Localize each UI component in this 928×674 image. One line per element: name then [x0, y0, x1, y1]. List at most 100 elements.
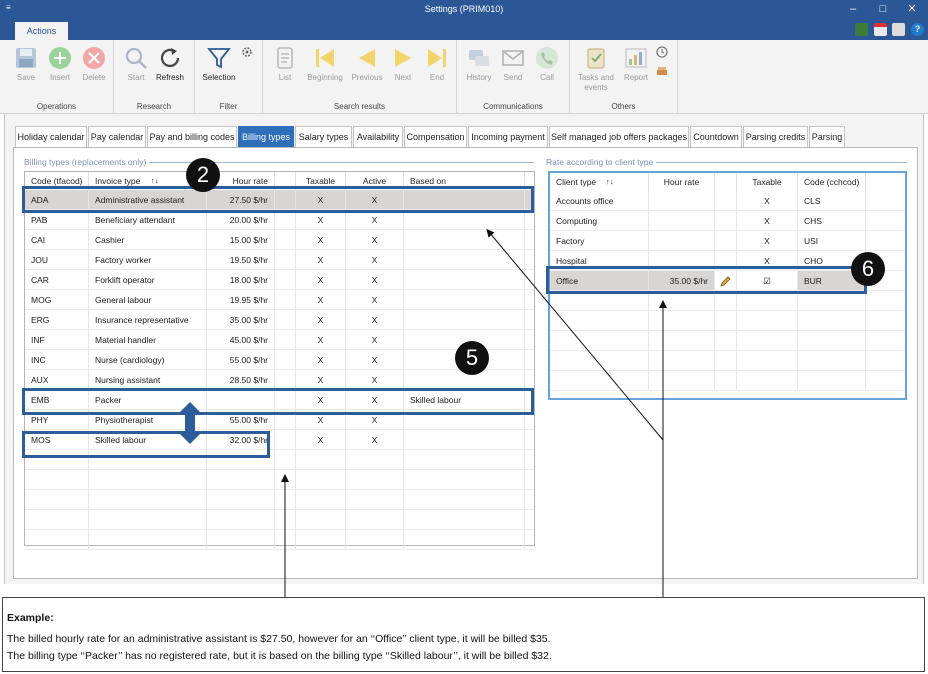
previous-button[interactable]: Previous: [349, 46, 385, 83]
rate-row[interactable]: Factory X USI: [550, 231, 905, 251]
ribbon-tab-actions[interactable]: Actions: [15, 22, 68, 40]
ribbon-group-search-results: List Beginning Previous Next End Search …: [263, 40, 457, 114]
billing-row[interactable]: AUX Nursing assistant 28.50 $/hr X X: [25, 370, 534, 390]
tab-availability[interactable]: Availability: [353, 126, 403, 147]
selection-button[interactable]: Selection: [199, 46, 239, 83]
save-button[interactable]: Save: [8, 46, 44, 83]
col-code-cchcod-header[interactable]: Code (cchcod): [798, 173, 866, 191]
beginning-button[interactable]: Beginning: [301, 46, 349, 83]
call-button[interactable]: Call: [529, 46, 565, 83]
maximize-button[interactable]: □: [874, 2, 892, 17]
tab-parsing[interactable]: Parsing: [809, 126, 845, 147]
empty-cell: [798, 331, 866, 350]
example-note-line-1: The billed hourly rate for an administra…: [7, 633, 551, 645]
tab-pay-calendar[interactable]: Pay calendar: [88, 126, 146, 147]
based-on-cell: [404, 190, 525, 209]
tab-self-managed-job-offers-packages[interactable]: Self managed job offers packages: [549, 126, 689, 147]
minimize-button[interactable]: –: [844, 2, 862, 17]
send-button[interactable]: Send: [495, 46, 531, 83]
printer-icon[interactable]: [892, 23, 906, 36]
rates-group-title: Rate according to client type: [546, 157, 657, 167]
ribbon-group-research: Start Refresh Research: [114, 40, 195, 114]
calculator-icon[interactable]: [855, 23, 869, 36]
billing-row[interactable]: MOS Skilled labour 32.00 $/hr X X: [25, 430, 534, 450]
billing-row[interactable]: ERG Insurance representative 35.00 $/hr X X: [25, 310, 534, 330]
invoice-type-cell: Material handler: [89, 330, 207, 349]
rate-cell: [649, 251, 715, 270]
edit-cell[interactable]: [715, 191, 737, 210]
billing-row[interactable]: JOU Factory worker 19.50 $/hr X X: [25, 250, 534, 270]
tab-incoming-payment[interactable]: Incoming payment: [468, 126, 548, 147]
client-type-cell: Hospital: [550, 251, 649, 270]
tab-salary-types[interactable]: Salary types: [295, 126, 352, 147]
next-button[interactable]: Next: [385, 46, 421, 83]
billing-row[interactable]: CAR Forklift operator 18.00 $/hr X X: [25, 270, 534, 290]
pencil-icon[interactable]: [719, 275, 732, 288]
start-button[interactable]: Start: [118, 46, 154, 83]
empty-cell: [649, 311, 715, 330]
clock-icon[interactable]: [656, 46, 668, 58]
tab-compensation[interactable]: Compensation: [404, 126, 467, 147]
edit-cell[interactable]: [715, 251, 737, 270]
spacer-cell: [275, 430, 296, 449]
rate-cell: 35.00 $/hr: [649, 271, 715, 290]
close-button[interactable]: ✕: [903, 2, 921, 17]
billing-row[interactable]: MOG General labour 19.95 $/hr X X: [25, 290, 534, 310]
hour-rate-cell: 18.00 $/hr: [207, 270, 275, 289]
end-button[interactable]: End: [419, 46, 455, 83]
tab-holiday-calendar[interactable]: Holiday calendar: [15, 126, 87, 147]
tab-countdown[interactable]: Countdown: [690, 126, 742, 147]
help-icon[interactable]: ?: [911, 23, 924, 36]
delete-icon: [83, 47, 105, 69]
send-icon: [502, 50, 524, 66]
filter-settings-icon[interactable]: [241, 46, 253, 58]
hour-rate-cell: 55.00 $/hr: [207, 350, 275, 369]
col-spacer-header: [275, 172, 296, 190]
col-code-header[interactable]: Code (tfacod): [25, 172, 89, 190]
col-active-header[interactable]: Active: [346, 172, 404, 190]
tab-parsing-credits[interactable]: Parsing credits: [743, 126, 808, 147]
last-icon: [428, 49, 446, 67]
col-client-type-header[interactable]: Client type ↑↓: [550, 173, 649, 191]
billing-row[interactable]: PAB Beneficiary attendant 20.00 $/hr X X: [25, 210, 534, 230]
col-taxable-header[interactable]: Taxable: [296, 172, 346, 190]
active-cell: X: [346, 290, 404, 309]
insert-button[interactable]: Insert: [42, 46, 78, 83]
tab-billing-types[interactable]: Billing types: [238, 126, 294, 147]
ribbon-group-filter: Selection Filter: [195, 40, 263, 114]
cake-icon[interactable]: [656, 64, 668, 76]
edit-cell[interactable]: [715, 211, 737, 230]
spacer-cell: [275, 330, 296, 349]
edit-cell[interactable]: [715, 271, 737, 290]
spacer-cell: [275, 310, 296, 329]
client-type-cell: Computing: [550, 211, 649, 230]
billing-row[interactable]: PHY Physiotherapist 55.00 $/hr X X: [25, 410, 534, 430]
calendar-icon[interactable]: [873, 23, 887, 36]
col-based-on-header[interactable]: Based on: [404, 172, 525, 190]
tasks-and-events-button[interactable]: Tasks and events: [574, 46, 618, 93]
empty-cell: [25, 490, 89, 509]
empty-cell: [404, 450, 525, 469]
col-rate-taxable-header[interactable]: Taxable: [737, 173, 798, 191]
report-button[interactable]: Report: [618, 46, 654, 83]
spacer-cell: [275, 290, 296, 309]
based-on-cell: [404, 210, 525, 229]
list-button[interactable]: List: [267, 46, 303, 83]
empty-cell: [275, 490, 296, 509]
tab-pay-and-billing-codes[interactable]: Pay and billing codes: [147, 126, 237, 147]
refresh-button[interactable]: Refresh: [152, 46, 188, 83]
spacer-cell: [275, 370, 296, 389]
billing-row[interactable]: ADA Administrative assistant 27.50 $/hr X X: [25, 190, 534, 210]
history-button[interactable]: History: [461, 46, 497, 83]
col-rate-hour-header[interactable]: Hour rate: [649, 173, 715, 191]
billing-row[interactable]: CAI Cashier 15.00 $/hr X X: [25, 230, 534, 250]
rate-row[interactable]: Accounts office X CLS: [550, 191, 905, 211]
invoice-type-cell: Forklift operator: [89, 270, 207, 289]
invoice-type-cell: Nurse (cardiology): [89, 350, 207, 369]
edit-cell[interactable]: [715, 231, 737, 250]
rate-row[interactable]: Computing X CHS: [550, 211, 905, 231]
billing-row[interactable]: EMB Packer X X Skilled labour: [25, 390, 534, 410]
delete-button[interactable]: Delete: [76, 46, 112, 83]
ribbon: Save Insert Delete Operations Start Refr…: [0, 40, 928, 114]
hour-rate-cell: 28.50 $/hr: [207, 370, 275, 389]
